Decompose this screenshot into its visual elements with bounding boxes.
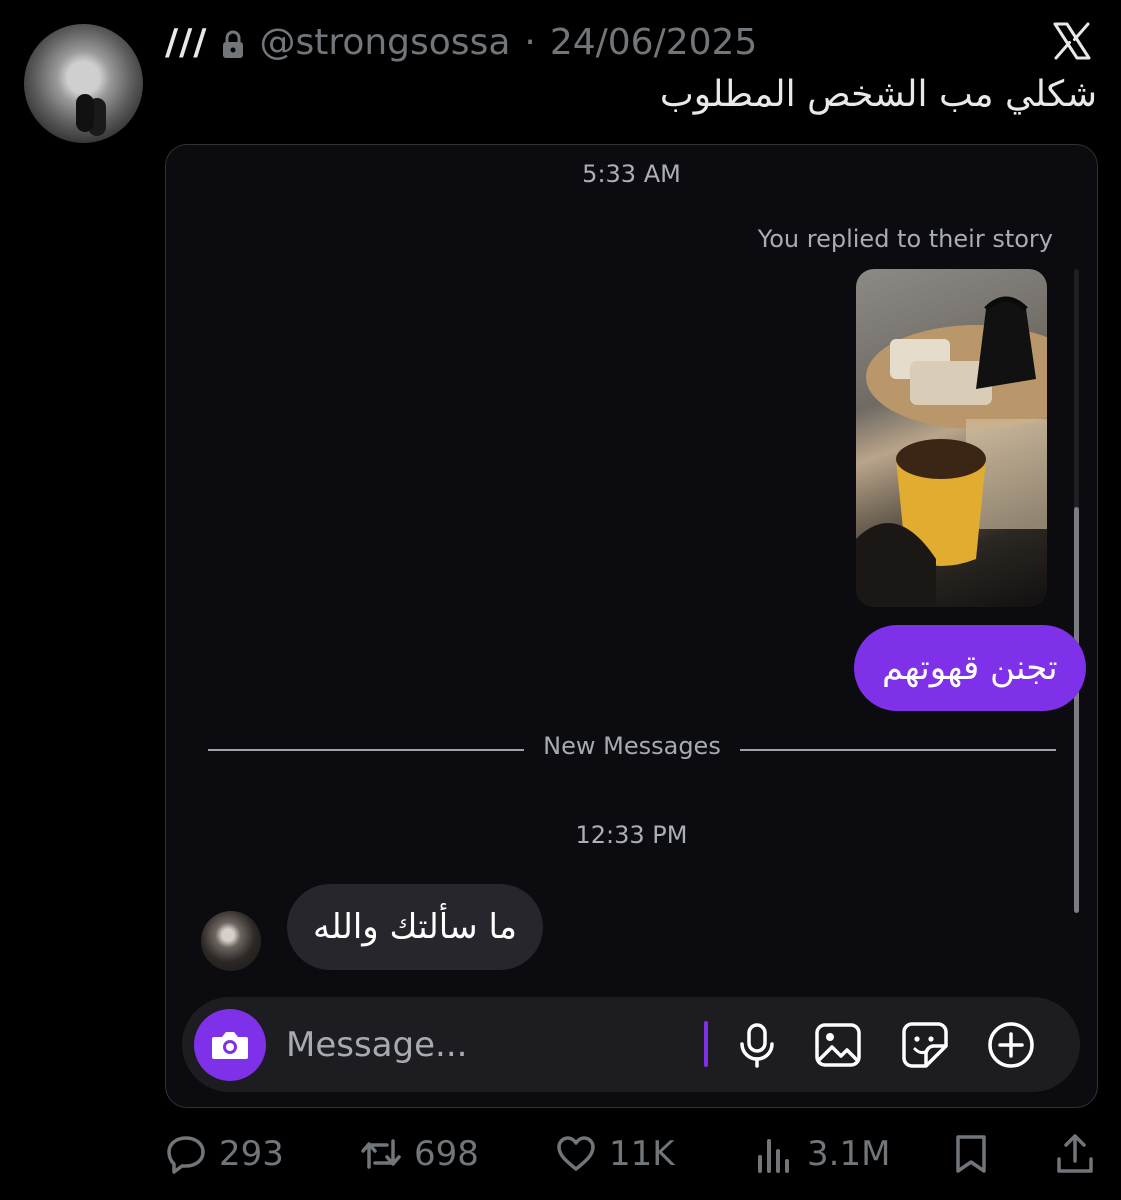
- like-button[interactable]: 11K: [555, 1124, 675, 1184]
- timestamp-top: 5:33 AM: [582, 160, 681, 188]
- new-messages-divider: New Messages: [208, 732, 1056, 760]
- retweet-button[interactable]: 698: [360, 1124, 479, 1184]
- plus-circle-icon[interactable]: [986, 1020, 1036, 1070]
- bookmark-button[interactable]: [950, 1124, 992, 1184]
- text-caret: [704, 1021, 708, 1067]
- separator-dot: ·: [524, 21, 536, 63]
- received-message-bubble[interactable]: ما سألتك والله: [287, 884, 544, 970]
- microphone-icon[interactable]: [732, 1020, 782, 1070]
- views-button[interactable]: 3.1M: [753, 1124, 890, 1184]
- scrollbar-thumb[interactable]: [1074, 507, 1079, 913]
- display-name[interactable]: ///: [165, 22, 207, 63]
- story-thumbnail[interactable]: [856, 269, 1047, 607]
- message-composer[interactable]: [182, 997, 1080, 1092]
- timestamp-bottom: 12:33 PM: [575, 821, 688, 849]
- dm-screenshot-card[interactable]: 5:33 AM You replied to their story تجنن …: [165, 144, 1098, 1108]
- retweet-count: 698: [414, 1134, 479, 1174]
- image-icon[interactable]: [813, 1020, 863, 1070]
- reply-button[interactable]: 293: [165, 1124, 284, 1184]
- story-image: [856, 296, 1047, 607]
- like-icon: [557, 1136, 595, 1171]
- message-input[interactable]: [286, 1017, 686, 1073]
- new-messages-label: New Messages: [543, 732, 721, 760]
- profile-avatar[interactable]: [24, 24, 143, 143]
- sticker-icon[interactable]: [900, 1020, 950, 1070]
- views-count: 3.1M: [807, 1134, 891, 1174]
- views-icon: [758, 1139, 789, 1173]
- bookmark-icon: [956, 1135, 986, 1173]
- tweet-actions-bar: 293 698 11K 3.1M: [165, 1124, 1096, 1184]
- x-logo-icon[interactable]: [1051, 20, 1093, 62]
- reply-icon: [167, 1136, 205, 1174]
- reply-count: 293: [219, 1134, 284, 1174]
- share-icon: [1057, 1134, 1093, 1173]
- share-button[interactable]: [1054, 1124, 1096, 1184]
- lock-icon: [221, 27, 245, 58]
- user-handle[interactable]: @strongsossa: [259, 22, 510, 63]
- sent-message-bubble[interactable]: تجنن قهوتهم: [854, 625, 1086, 711]
- tweet-text: شكلي مب الشخص المطلوب: [659, 74, 1097, 115]
- divider-line-right: [740, 749, 1056, 751]
- story-reply-label: You replied to their story: [757, 225, 1053, 253]
- contact-avatar[interactable]: [201, 911, 261, 971]
- tweet-header: /// @strongsossa · 24/06/2025: [165, 20, 757, 64]
- camera-icon: [212, 1032, 248, 1059]
- camera-button[interactable]: [194, 1009, 266, 1081]
- like-count: 11K: [609, 1134, 675, 1174]
- tweet-date[interactable]: 24/06/2025: [550, 22, 758, 63]
- retweet-icon: [361, 1139, 401, 1169]
